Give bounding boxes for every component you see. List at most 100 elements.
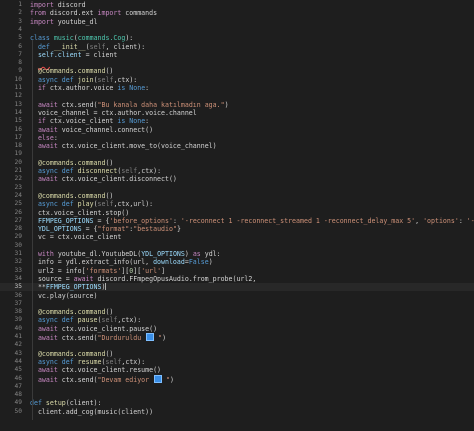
code-line[interactable]: 33 url2 = info['formats'][0]['url'] [0,267,474,275]
code-line[interactable]: 48 [0,391,474,399]
code-line[interactable]: 9 @commands.command() [0,67,474,75]
code-token: ,ctx): [137,167,162,175]
code-token: join [77,75,94,84]
code-token: youtube_dl [53,17,98,26]
code-line[interactable]: 32 info = ydl.extract_info(url, download… [0,258,474,266]
code-line[interactable]: 44 async def resume(self,ctx): [0,358,474,366]
code-line[interactable]: 49 def setup(client): [0,399,474,407]
code-token: ][ [133,266,142,275]
code-text: self.client = client [30,51,117,59]
code-token: self.client [37,50,82,59]
code-token: async def [37,75,74,84]
code-line[interactable]: 1 import discord [0,1,474,9]
line-number: 34 [14,274,22,282]
code-line[interactable]: 16 await voice_channel.connect() [0,126,474,134]
code-line[interactable]: 38 @commands.command() [0,308,474,316]
line-number: 2 [18,9,22,17]
code-line[interactable]: 37 [0,300,474,308]
code-token: music [53,34,74,43]
code-token: resume [77,357,102,366]
code-line[interactable]: 24 @commands.command() [0,192,474,200]
code-line[interactable]: 34 source = await discord.FFmpegOpusAudi… [0,275,474,283]
code-text: async def pause(self,ctx): [30,316,141,324]
code-line[interactable]: 28 YDL_OPTIONS = {"format":"bestaudio"} [0,225,474,233]
code-line[interactable]: 8 [0,59,474,67]
line-number: 32 [14,258,22,266]
code-token: = { [93,216,110,225]
code-token: await [37,175,58,184]
code-line[interactable]: 14 voice_channel = ctx.author.voice.chan… [0,109,474,117]
code-line[interactable]: 10 async def join(self,ctx): [0,76,474,84]
code-token: await [37,324,58,333]
code-token: vc = ctx.voice_client [30,233,122,242]
code-token: discord.ext [45,9,98,18]
code-line[interactable]: 30 [0,242,474,250]
code-token: is None [117,117,146,126]
code-line[interactable]: 29 vc = ctx.voice_client [0,233,474,241]
code-line[interactable]: 23 [0,184,474,192]
code-token: self [97,200,114,209]
code-line[interactable]: 41 await ctx.send("Durduruldu ") [0,333,474,342]
line-number: 39 [14,316,22,324]
code-text: info = ydl.extract_info(url, download=Fa… [30,258,213,266]
line-number: 36 [14,291,22,299]
code-text: if ctx.voice_client is None: [30,117,149,125]
code-token: () [105,158,114,167]
code-token: = client [81,50,118,59]
code-token: ctx.voice_client.disconnect() [57,175,177,184]
code-token: ctx.send( [57,100,98,109]
code-line[interactable]: 6 def __init__(self, client): [0,43,474,51]
code-line[interactable]: 15 if ctx.voice_client is None: [0,117,474,125]
code-token: await [37,142,58,151]
code-line[interactable]: 5 class music(commands.Cog): [0,34,474,42]
code-token: 'formats' [85,266,122,275]
code-token: def [37,42,50,51]
code-line[interactable]: 13 await ctx.send("Bu kanala daha katılm… [0,101,474,109]
code-line[interactable]: 20 @commands.command() [0,159,474,167]
code-line[interactable]: 25 async def play(self,ctx,url): [0,200,474,208]
line-number: 6 [18,42,22,50]
code-line[interactable]: 22 await ctx.voice_client.disconnect() [0,175,474,183]
code-text: @commands.command() [30,159,113,167]
line-number: 38 [14,308,22,316]
line-number: 50 [14,407,22,415]
code-line[interactable]: 35 **FFMPEG_OPTIONS) [0,283,474,292]
code-line[interactable]: 36 vc.play(source) [0,292,474,300]
code-line[interactable]: 3 import youtube_dl [0,18,474,26]
code-line[interactable]: 42 [0,341,474,349]
code-line[interactable]: 26 ctx.voice_client.stop() [0,209,474,217]
code-line[interactable]: 31 with youtube_dl.YoutubeDL(YDL_OPTIONS… [0,250,474,258]
text-cursor [105,283,107,291]
line-number: 15 [14,117,22,125]
code-line[interactable]: 40 await ctx.voice_client.pause() [0,325,474,333]
code-line[interactable]: 18 await ctx.voice_client.move_to(voice_… [0,142,474,150]
line-number: 35 [14,283,22,291]
code-line[interactable]: 21 async def disconnect(self,ctx): [0,167,474,175]
code-editor[interactable]: 1 import discord 2 from discord.ext import … [0,0,474,431]
code-line[interactable]: 4 [0,26,474,34]
code-line[interactable]: 50 client.add_cog(music(client)) [0,408,474,416]
code-line[interactable]: 43 @commands.command() [0,350,474,358]
code-line[interactable]: 7 self.client = client [0,51,474,59]
code-line[interactable]: 17 else: [0,134,474,142]
code-line[interactable]: 27 FFMPEG_OPTIONS = {'before_options': '… [0,217,474,225]
line-number: 26 [14,208,22,216]
code-line[interactable]: 39 async def pause(self,ctx): [0,316,474,324]
code-text: def setup(client): [30,399,102,407]
code-line[interactable]: 19 [0,150,474,158]
code-text: @commands.command() [30,192,113,200]
code-line[interactable]: 11 if ctx.author.voice is None: [0,84,474,92]
code-token: else [37,133,54,142]
code-token: ) [208,258,213,267]
code-token: await [37,100,58,109]
code-token: info = ydl.extract_info(url, [30,258,154,267]
code-text: vc = ctx.voice_client [30,233,121,241]
code-line[interactable]: 45 await ctx.voice_client.resume() [0,366,474,374]
code-line[interactable]: 47 [0,383,474,391]
code-text: from discord.ext import commands [30,9,157,17]
code-line[interactable]: 12 [0,92,474,100]
code-line[interactable]: 46 await ctx.send("Devam ediyor ") [0,374,474,384]
code-token: : [53,133,58,142]
code-line[interactable]: 2 from discord.ext import commands [0,9,474,17]
code-text: source = await discord.FFmpegOpusAudio.f… [30,275,256,283]
